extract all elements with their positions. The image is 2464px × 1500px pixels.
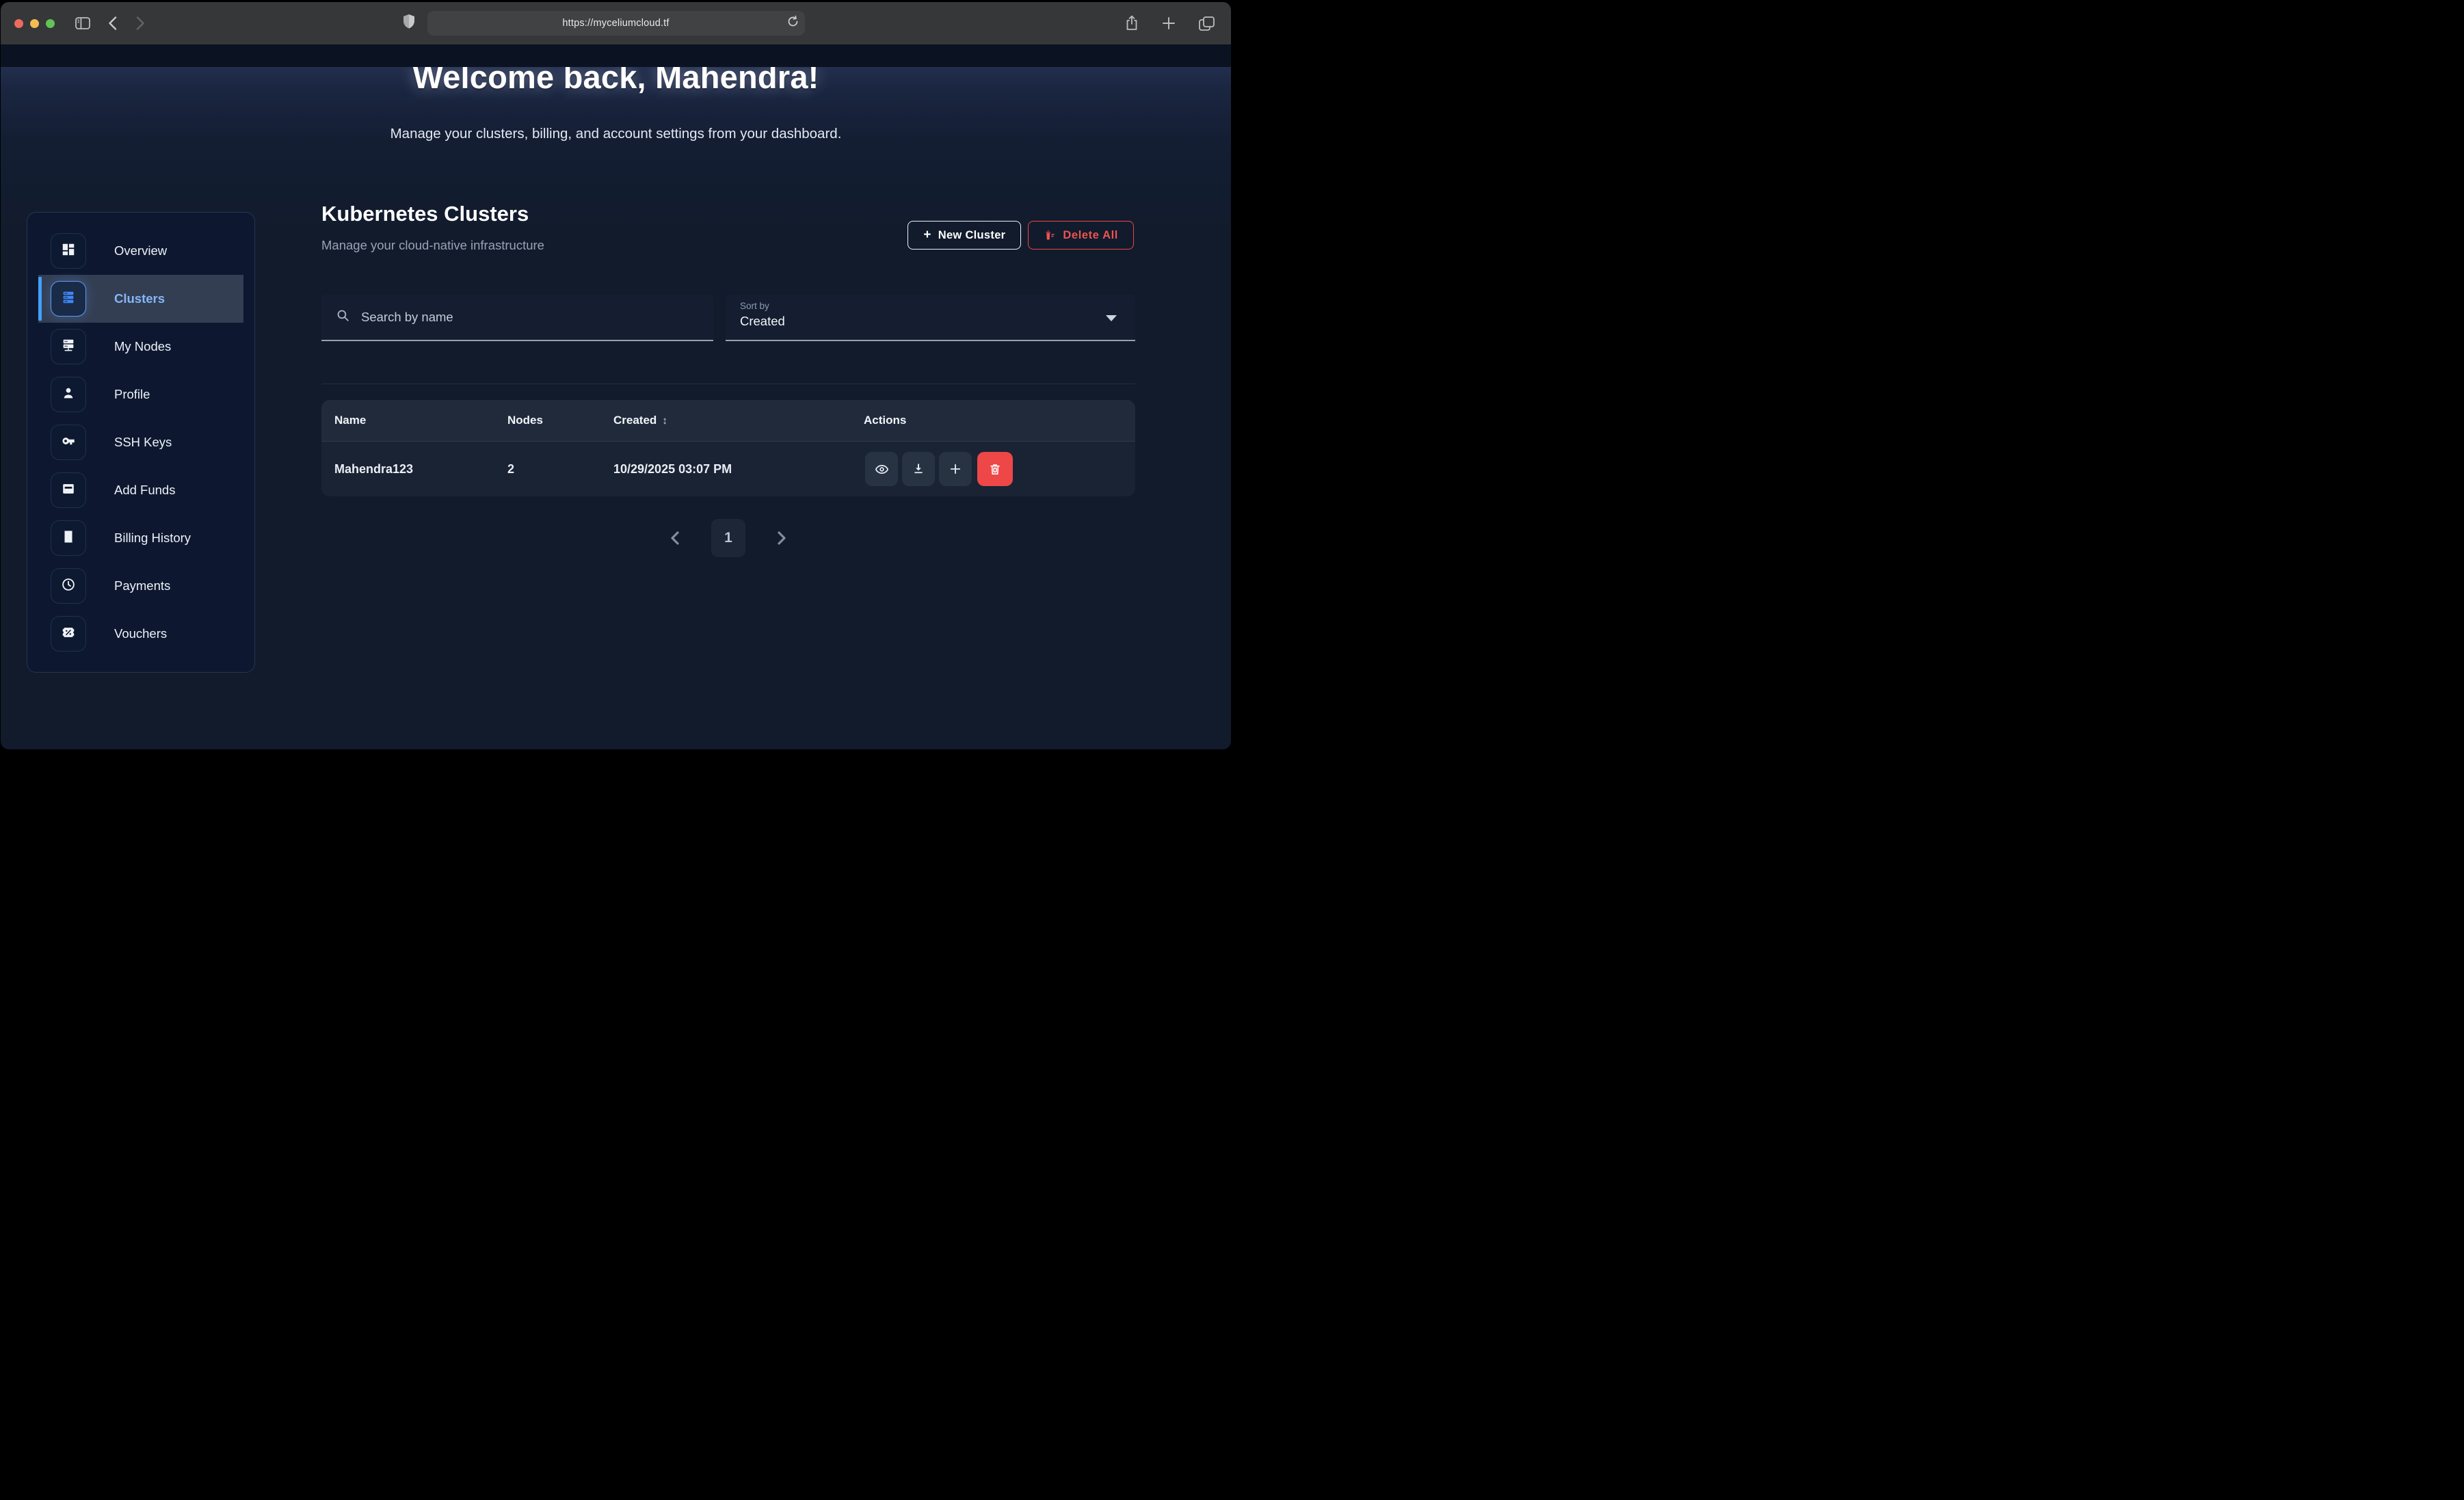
sidebar-item-label: Vouchers bbox=[114, 626, 167, 641]
sidebar-item-label: Overview bbox=[114, 243, 167, 258]
share-icon[interactable] bbox=[1125, 15, 1139, 31]
receipt-icon bbox=[61, 529, 76, 548]
plus-icon bbox=[949, 462, 962, 476]
sidebar-item-label: Billing History bbox=[114, 531, 191, 546]
clusters-table: Name Nodes Created↕ Actions Mahendra123 … bbox=[321, 400, 1135, 496]
column-header-nodes: Nodes bbox=[507, 414, 543, 427]
sidebar-item-label: Profile bbox=[114, 387, 150, 402]
search-input[interactable] bbox=[360, 309, 663, 325]
pagination: 1 bbox=[321, 519, 1135, 557]
sidebar-item-ssh-keys[interactable]: SSH Keys bbox=[38, 418, 243, 466]
sort-by-label: Sort by bbox=[740, 301, 1135, 311]
sidebar-item-vouchers[interactable]: Vouchers bbox=[38, 610, 243, 658]
sidebar-toggle-icon[interactable] bbox=[75, 17, 90, 29]
sidebar-item-label: Clusters bbox=[114, 291, 165, 306]
plus-icon: + bbox=[923, 228, 931, 243]
servers-icon bbox=[61, 290, 76, 308]
browser-toolbar: https://myceliumcloud.tf bbox=[1, 2, 1231, 44]
table-row: Mahendra123 2 10/29/2025 03:07 PM bbox=[321, 442, 1135, 496]
active-accent-bar bbox=[38, 277, 42, 321]
sort-arrows-icon: ↕ bbox=[662, 415, 667, 427]
delete-all-button[interactable]: Delete All bbox=[1028, 221, 1134, 250]
sidebar-item-label: My Nodes bbox=[114, 339, 171, 354]
sort-dropdown[interactable]: Sort by Created bbox=[726, 295, 1135, 341]
previous-page-button[interactable] bbox=[670, 531, 679, 545]
page-subtitle: Manage your cloud-native infrastructure bbox=[321, 238, 544, 253]
welcome-subtitle: Manage your clusters, billing, and accou… bbox=[1, 126, 1231, 142]
chevron-left-icon bbox=[670, 531, 679, 545]
new-cluster-button[interactable]: + New Cluster bbox=[908, 221, 1021, 250]
delete-cluster-button[interactable] bbox=[977, 452, 1013, 486]
dashboard-icon bbox=[61, 242, 76, 260]
cluster-created-cell: 10/29/2025 03:07 PM bbox=[613, 462, 732, 477]
sidebar-item-label: Add Funds bbox=[114, 483, 175, 498]
welcome-heading: Welcome back, Mahendra! bbox=[1, 67, 1231, 96]
sidebar-item-label: SSH Keys bbox=[114, 435, 172, 450]
trash-sweep-icon bbox=[1044, 229, 1056, 241]
ticket-icon bbox=[61, 625, 76, 643]
dropdown-arrow-icon bbox=[1106, 315, 1117, 321]
cluster-nodes-cell: 2 bbox=[507, 462, 514, 477]
zoom-window-button[interactable] bbox=[46, 19, 55, 28]
wallet-icon bbox=[61, 481, 76, 500]
tab-overview-icon[interactable] bbox=[1199, 16, 1215, 31]
column-header-name: Name bbox=[334, 414, 366, 427]
view-cluster-button[interactable] bbox=[865, 452, 898, 486]
sidebar-item-my-nodes[interactable]: My Nodes bbox=[38, 323, 243, 371]
cluster-name-cell: Mahendra123 bbox=[334, 462, 413, 477]
privacy-shield-icon[interactable] bbox=[403, 14, 415, 33]
nodes-icon bbox=[61, 338, 76, 356]
reload-icon[interactable] bbox=[787, 16, 799, 31]
column-header-actions: Actions bbox=[864, 414, 906, 427]
trash-icon bbox=[988, 462, 1002, 477]
clock-icon bbox=[61, 577, 76, 595]
sidebar-item-overview[interactable]: Overview bbox=[38, 227, 243, 275]
sidebar-item-label: Payments bbox=[114, 578, 170, 593]
add-node-button[interactable] bbox=[939, 452, 972, 486]
sidebar-item-billing-history[interactable]: Billing History bbox=[38, 514, 243, 562]
dashboard-sidebar: Overview Clusters bbox=[27, 212, 255, 673]
sidebar-item-payments[interactable]: Payments bbox=[38, 562, 243, 610]
minimize-window-button[interactable] bbox=[30, 19, 39, 28]
download-kubeconfig-button[interactable] bbox=[902, 452, 935, 486]
top-gap bbox=[1, 44, 1231, 67]
page-content: Welcome back, Mahendra! Manage your clus… bbox=[1, 44, 1231, 749]
forward-button[interactable] bbox=[136, 16, 145, 30]
sidebar-item-profile[interactable]: Profile bbox=[38, 371, 243, 418]
column-header-created[interactable]: Created↕ bbox=[613, 414, 667, 427]
sort-selected-value: Created bbox=[740, 314, 1135, 329]
page-number-button[interactable]: 1 bbox=[711, 519, 745, 557]
browser-window: https://myceliumcloud.tf bbox=[1, 2, 1231, 749]
window-controls bbox=[14, 19, 55, 28]
next-page-button[interactable] bbox=[778, 531, 786, 545]
page-title: Kubernetes Clusters bbox=[321, 202, 529, 226]
sidebar-item-clusters[interactable]: Clusters bbox=[38, 275, 243, 323]
search-icon bbox=[336, 308, 350, 326]
search-box[interactable] bbox=[321, 295, 713, 341]
close-window-button[interactable] bbox=[14, 19, 23, 28]
eye-icon bbox=[875, 462, 889, 477]
sidebar-item-add-funds[interactable]: Add Funds bbox=[38, 466, 243, 514]
key-icon bbox=[61, 433, 76, 452]
table-header-row: Name Nodes Created↕ Actions bbox=[321, 400, 1135, 442]
back-button[interactable] bbox=[108, 16, 117, 30]
new-tab-icon[interactable] bbox=[1162, 16, 1176, 30]
chevron-right-icon bbox=[778, 531, 786, 545]
download-icon bbox=[912, 462, 925, 476]
address-bar[interactable]: https://myceliumcloud.tf bbox=[427, 11, 805, 36]
person-icon bbox=[61, 386, 76, 404]
url-text: https://myceliumcloud.tf bbox=[562, 18, 669, 29]
